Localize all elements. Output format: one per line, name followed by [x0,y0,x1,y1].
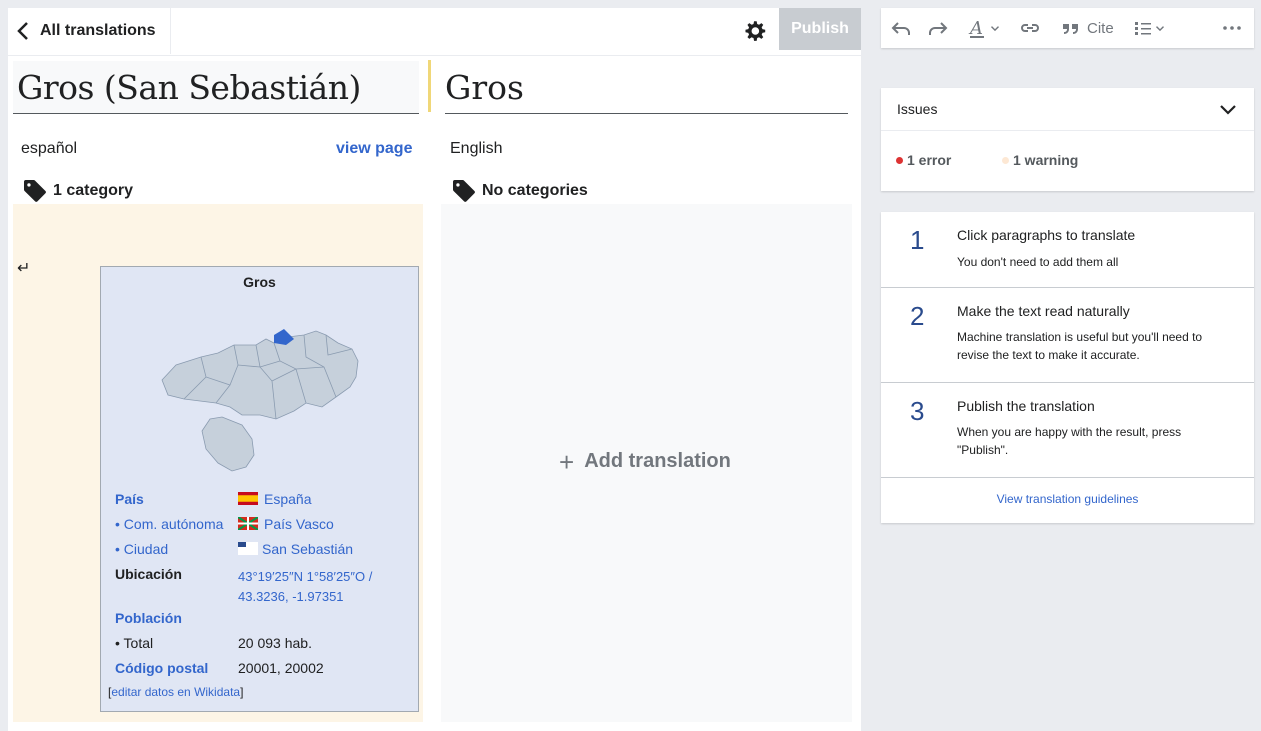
editor-header: All translations Publish [8,8,861,56]
link-icon [1021,24,1039,32]
cite-button[interactable]: Cite [1061,18,1114,38]
all-translations-button[interactable]: All translations [8,8,171,54]
return-icon: ↵ [17,260,31,277]
target-categories[interactable]: No categories [453,180,588,202]
translation-editor: All translations Publish Gros (San Sebas… [8,8,861,731]
quote-icon [1063,24,1078,34]
codigo-postal-value: 20001, 20002 [238,660,324,676]
redo-button[interactable] [928,18,948,38]
warning-label: 1 warning [1013,152,1079,168]
infobox: Gros País España • Com. autónoma País Va… [100,266,419,712]
publish-button[interactable]: Publish [779,8,861,50]
edit-bracket-close: ] [240,685,244,699]
source-categories-label: 1 category [53,182,134,199]
issues-panel: Issues 1 error 1 warning [881,88,1254,191]
redo-icon [929,22,948,35]
error-dot-icon [896,156,903,164]
step-description: When you are happy with the result, pres… [957,425,1182,457]
step-number: 2 [910,301,925,331]
step-title: Make the text read naturally [957,303,1130,319]
list-icon [1135,22,1151,35]
ciudad-label: • Ciudad [115,541,169,557]
ubicacion-link[interactable]: 43°19′25″N 1°58′25″O / 43.3236, -1.97351 [238,567,408,607]
source-language: español [21,140,78,157]
undo-icon [891,22,910,35]
com-autonoma-label: • Com. autónoma [115,516,224,532]
step-description: You don't need to add them all [957,255,1119,269]
more-button[interactable] [1222,18,1242,38]
add-translation-label: Add translation [584,450,731,472]
error-label: 1 error [907,152,952,168]
tag-icon [24,180,46,202]
text-style-button[interactable]: A [968,18,1002,38]
step-number: 3 [910,396,925,426]
ubicacion-label: Ubicación [115,566,182,582]
infobox-title: Gros [243,274,276,290]
pais-link[interactable]: España [264,491,311,507]
san-sebastian-flag-icon [238,542,258,555]
spain-flag-icon [238,492,258,505]
com-autonoma-value[interactable]: País Vasco [238,516,334,532]
source-title: Gros (San Sebastián) [13,61,419,114]
cite-label: Cite [1087,19,1114,37]
text-style-icon: A [968,18,984,38]
undo-button[interactable] [891,18,911,38]
guide-step: 1 Click paragraphs to translate You don'… [881,212,1254,288]
warning-count[interactable]: 1 warning [1002,152,1078,168]
locator-map [161,329,359,472]
com-autonoma-link[interactable]: País Vasco [264,516,334,532]
target-categories-label: No categories [482,182,588,199]
link-button[interactable] [1020,18,1040,38]
chevron-left-icon [17,22,28,40]
poblacion-label: Población [115,610,182,626]
all-translations-label: All translations [40,22,156,39]
chevron-down-icon [1220,105,1236,115]
issues-label: Issues [897,101,938,117]
warning-dot-icon [1002,156,1009,164]
ciudad-value[interactable]: San Sebastián [238,541,353,557]
total-value: 20 093 hab. [238,635,312,651]
codigo-postal-label: Código postal [115,660,209,676]
source-categories[interactable]: 1 category [24,180,133,202]
chevron-down-icon [991,26,999,32]
list-button[interactable] [1133,18,1167,38]
step-title: Publish the translation [957,398,1095,414]
target-title-input[interactable]: Gros [445,61,848,114]
target-language: English [450,140,503,157]
basque-flag-icon [238,517,258,530]
pais-value[interactable]: España [238,491,311,507]
target-section[interactable]: + Add translation [441,204,852,722]
total-label: • Total [115,635,154,651]
view-page-link[interactable]: view page [336,140,412,158]
plus-icon: + [559,446,575,477]
edit-wikidata-link[interactable]: editar datos en Wikidata [111,685,240,699]
step-title: Click paragraphs to translate [957,227,1136,243]
step-number: 1 [910,225,925,255]
tag-icon [453,180,475,202]
translation-guide: 1 Click paragraphs to translate You don'… [881,212,1254,523]
more-icon [1223,26,1241,30]
chevron-down-icon [1156,26,1164,32]
add-translation-button[interactable]: + Add translation [559,446,731,477]
guide-step: 2 Make the text read naturally Machine t… [881,288,1254,383]
source-section[interactable]: ↵ Gros País España • Com. autónoma País … [13,204,423,722]
issues-header[interactable]: Issues [881,88,1254,131]
gear-icon[interactable] [743,18,769,44]
editing-toolbar: A Cite [881,8,1254,48]
title-divider [428,60,431,112]
ciudad-link[interactable]: San Sebastián [262,541,353,557]
view-guidelines-link[interactable]: View translation guidelines [881,492,1254,506]
pais-label: País [115,491,144,507]
svg-text:A: A [968,18,983,38]
step-description: Machine translation is useful but you'll… [957,330,1203,362]
error-count[interactable]: 1 error [896,152,951,168]
guide-step: 3 Publish the translation When you are h… [881,383,1254,478]
edit-wikidata: [editar datos en Wikidata] [108,685,243,699]
